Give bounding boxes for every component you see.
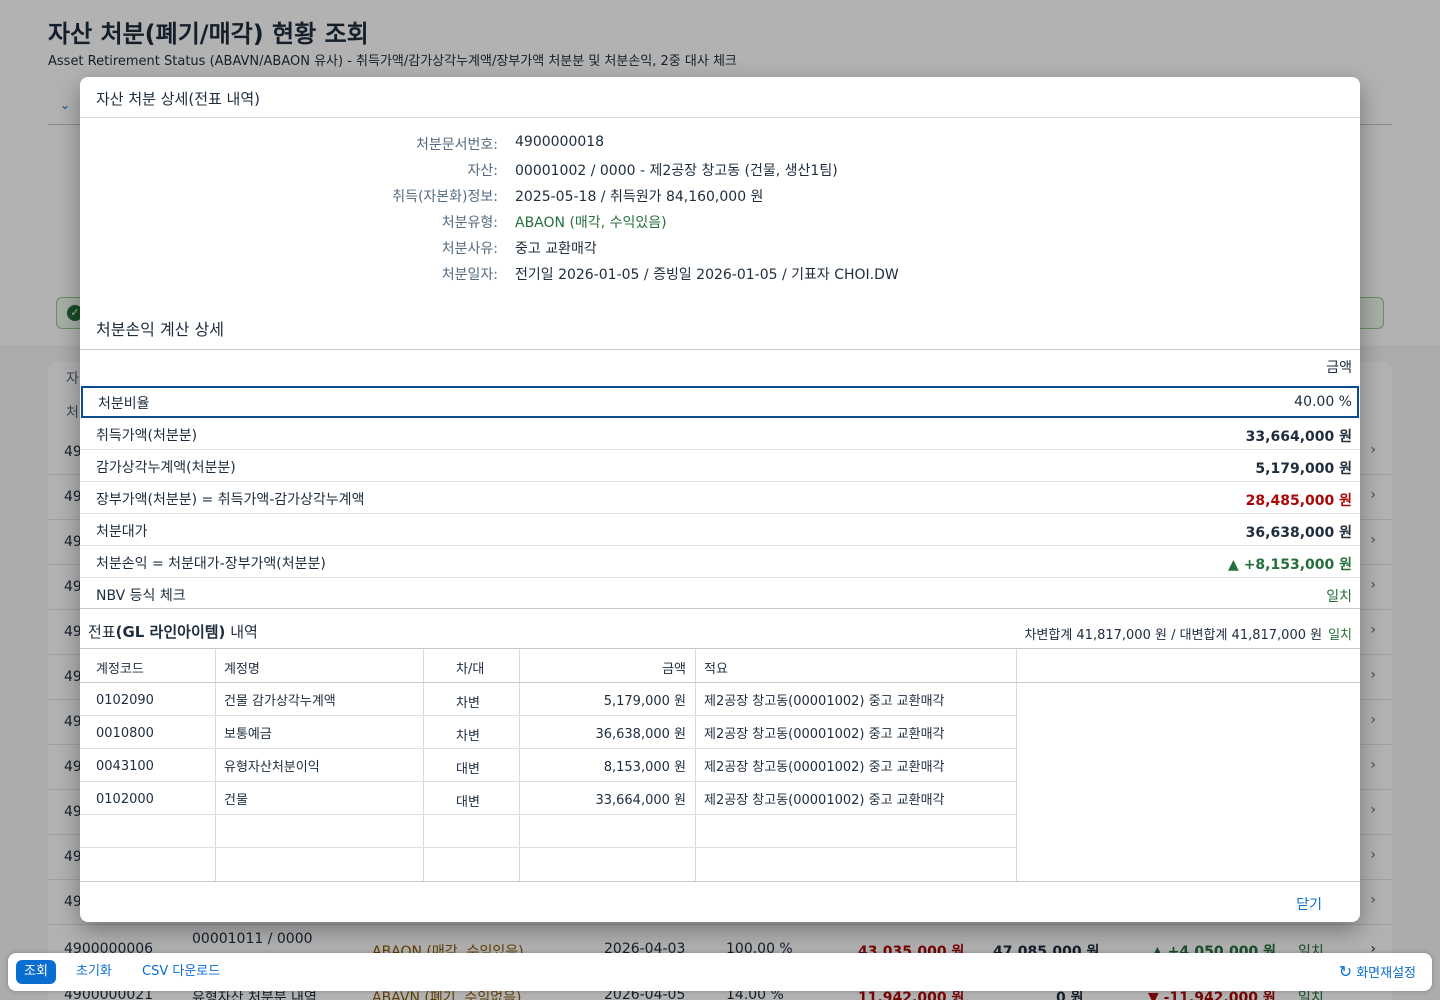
section-divider [80, 608, 1360, 609]
search-button[interactable]: 조회 [16, 960, 56, 984]
gl-empty-row [80, 848, 1016, 881]
amount: 8,153,000 원 [603, 760, 686, 775]
gl-section-title: 전표(GL 라인아이템) 내역 [88, 621, 258, 642]
amount: 36,638,000 원 [595, 727, 686, 742]
calc-row-acquisition[interactable]: 취득가액(처분분) 33,664,000 원 [80, 418, 1360, 450]
account-code: 0043100 [96, 759, 154, 774]
amount: 33,664,000 원 [595, 793, 686, 808]
account-code: 0102090 [96, 693, 154, 708]
field-value: 전기일 2026-01-05 / 증빙일 2026-01-05 / 기표자 CH… [515, 267, 899, 283]
field-retirement-type: 처분유형: ABAON (매각, 수익있음) [80, 209, 1360, 235]
amount-column-header: 금액 [1326, 360, 1352, 376]
calc-label: 감가상각누계액(처분분) [96, 460, 236, 476]
gl-header-row: 계정코드 계정명 차/대 금액 적요 [80, 649, 1016, 683]
dialog-footer: 닫기 [80, 882, 1360, 922]
csv-download-button[interactable]: CSV 다운로드 [134, 960, 228, 984]
field-value: 00001002 / 0000 - 제2공장 창고동 (건물, 생산1팀) [515, 163, 838, 179]
reset-layout-label: 화면재설정 [1356, 966, 1416, 981]
field-acquisition: 취득(자본화)정보: 2025-05-18 / 취득원가 84,160,000 … [80, 183, 1360, 209]
calc-label: 처분손익 = 처분대가-장부가액(처분분) [96, 556, 326, 572]
calc-value: 36,638,000 원 [1245, 525, 1352, 541]
gl-title-bold: (GL 라인아이템) [115, 623, 226, 641]
gl-row[interactable]: 0102000 건물 대변 33,664,000 원 제2공장 창고동(0000… [80, 782, 1016, 815]
dialog-title: 자산 처분 상세(전표 내역) [80, 77, 1360, 118]
calc-value: 40.00 % [1294, 394, 1352, 410]
amount: 5,179,000 원 [603, 694, 686, 709]
calc-label: NBV 등식 체크 [96, 588, 186, 604]
calc-section-title: 처분손익 계산 상세 [96, 320, 224, 339]
field-asset: 자산: 00001002 / 0000 - 제2공장 창고동 (건물, 생산1팀… [80, 157, 1360, 183]
calc-row-ratio[interactable]: 처분비율 40.00 % [81, 386, 1359, 418]
calc-value: 5,179,000 원 [1255, 461, 1352, 477]
field-label: 처분문서번호: [416, 137, 498, 153]
header-divider [1016, 682, 1360, 683]
account-name: 건물 [224, 793, 248, 808]
calc-label: 처분대가 [96, 524, 148, 540]
gl-row[interactable]: 0043100 유형자산처분이익 대변 8,153,000 원 제2공장 창고동… [80, 749, 1016, 782]
gl-row[interactable]: 0010800 보통예금 차변 36,638,000 원 제2공장 창고동(00… [80, 716, 1016, 749]
col-amount[interactable]: 금액 [662, 658, 686, 677]
debit-credit: 대변 [456, 795, 480, 810]
calc-label: 장부가액(처분분) = 취득가액-감가상각누계액 [96, 492, 365, 508]
debit-credit: 차변 [456, 729, 480, 744]
field-label: 자산: [467, 163, 498, 179]
account-name: 보통예금 [224, 727, 272, 742]
account-name: 건물 감가상각누계액 [224, 694, 336, 709]
gl-empty-row [80, 815, 1016, 848]
gl-totals: 차변합계 41,817,000 원 / 대변합계 41,817,000 원 일치 [1024, 624, 1352, 643]
field-value: 2025-05-18 / 취득원가 84,160,000 원 [515, 189, 764, 205]
calc-value: 일치 [1326, 589, 1352, 605]
calc-row-nbv-check[interactable]: NBV 등식 체크 일치 [80, 578, 1360, 610]
field-label: 처분일자: [441, 267, 498, 283]
line-text: 제2공장 창고동(00001002) 중고 교환매각 [704, 694, 945, 709]
field-label: 취득(자본화)정보: [392, 189, 498, 205]
line-text: 제2공장 창고동(00001002) 중고 교환매각 [704, 727, 945, 742]
col-account-code[interactable]: 계정코드 [96, 658, 144, 677]
field-label: 처분유형: [441, 215, 498, 231]
reset-layout-button[interactable]: ↻ 화면재설정 [1331, 960, 1424, 984]
calc-row-depreciation[interactable]: 감가상각누계액(처분분) 5,179,000 원 [80, 450, 1360, 482]
field-label: 처분사유: [441, 241, 498, 257]
col-account-name[interactable]: 계정명 [224, 658, 260, 677]
debit-credit: 차변 [456, 696, 480, 711]
field-value: 4900000018 [515, 134, 605, 150]
refresh-icon: ↻ [1338, 962, 1353, 981]
gl-title-prefix: 전표 [88, 623, 116, 641]
close-button[interactable]: 닫기 [1296, 894, 1322, 914]
account-code: 0010800 [96, 726, 154, 741]
line-text: 제2공장 창고동(00001002) 중고 교환매각 [704, 760, 945, 775]
gl-title-suffix: 내역 [225, 623, 258, 641]
gl-row[interactable]: 0102090 건물 감가상각누계액 차변 5,179,000 원 제2공장 창… [80, 683, 1016, 716]
reset-button[interactable]: 초기화 [68, 960, 120, 984]
field-value: ABAON (매각, 수익있음) [515, 215, 667, 231]
calc-label: 처분비율 [98, 396, 150, 412]
retirement-detail-dialog: 자산 처분 상세(전표 내역) 처분문서번호: 4900000018 자산: 0… [80, 77, 1360, 922]
footer-toolbar: 조회 초기화 CSV 다운로드 ↻ 화면재설정 [8, 953, 1432, 991]
account-code: 0102000 [96, 792, 154, 807]
section-divider [80, 349, 1360, 350]
field-doc-number: 처분문서번호: 4900000018 [80, 131, 1360, 157]
debit-credit: 대변 [456, 762, 480, 777]
field-dates: 처분일자: 전기일 2026-01-05 / 증빙일 2026-01-05 / … [80, 261, 1360, 287]
account-name: 유형자산처분이익 [224, 760, 320, 775]
gl-totals-text: 차변합계 41,817,000 원 / 대변합계 41,817,000 원 [1024, 628, 1323, 643]
calc-value: 28,485,000 원 [1245, 493, 1352, 509]
field-reason: 처분사유: 중고 교환매각 [80, 235, 1360, 261]
calc-value: ▲ +8,153,000 원 [1228, 557, 1352, 573]
calc-row-book-value[interactable]: 장부가액(처분분) = 취득가액-감가상각누계액 28,485,000 원 [80, 482, 1360, 514]
calc-value: 33,664,000 원 [1245, 429, 1352, 445]
gl-match-status: 일치 [1328, 628, 1352, 643]
col-text[interactable]: 적요 [704, 658, 728, 677]
calc-label: 취득가액(처분분) [96, 428, 198, 444]
field-value: 중고 교환매각 [515, 241, 597, 257]
col-debit-credit[interactable]: 차/대 [456, 658, 484, 677]
gl-line-item-table: 계정코드 계정명 차/대 금액 적요 0102090 건물 감가상각누계액 차변… [80, 648, 1360, 882]
calc-row-gain-loss[interactable]: 처분손익 = 처분대가-장부가액(처분분) ▲ +8,153,000 원 [80, 546, 1360, 578]
line-text: 제2공장 창고동(00001002) 중고 교환매각 [704, 793, 945, 808]
calc-row-proceeds[interactable]: 처분대가 36,638,000 원 [80, 514, 1360, 546]
